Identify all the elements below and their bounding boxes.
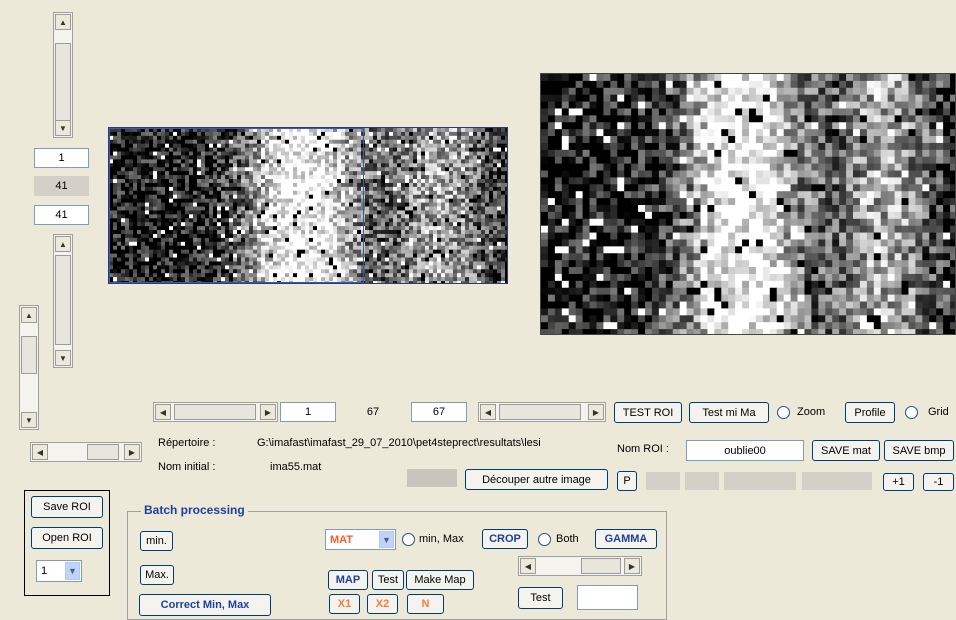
- plus-one-button[interactable]: +1: [883, 473, 914, 491]
- test-mima-button[interactable]: Test mi Ma: [689, 402, 769, 423]
- max-button[interactable]: Max.: [140, 565, 174, 585]
- correct-min-max-button[interactable]: Correct Min, Max: [139, 594, 271, 616]
- zoomed-roi-image: [540, 73, 956, 335]
- scroll-left-arrow-icon[interactable]: ◀: [480, 404, 496, 420]
- left-vertical-scrollbar[interactable]: ▲ ▼: [19, 305, 39, 430]
- scroll-down-arrow-icon[interactable]: ▼: [21, 412, 37, 428]
- source-image[interactable]: [108, 127, 508, 284]
- test2-button[interactable]: Test: [518, 587, 563, 609]
- scroll-thumb[interactable]: [55, 255, 71, 345]
- format-value: MAT: [330, 533, 354, 546]
- profile-button[interactable]: Profile: [845, 402, 895, 423]
- zoomed-roi-pixels: [541, 74, 955, 334]
- end-input[interactable]: 67: [411, 402, 467, 422]
- scroll-right-arrow-icon[interactable]: ▶: [588, 404, 604, 420]
- p-button[interactable]: P: [617, 471, 637, 491]
- roi-bottom-input[interactable]: 41: [34, 205, 89, 225]
- start-input[interactable]: 1: [280, 402, 336, 422]
- scroll-thumb[interactable]: [55, 43, 71, 123]
- scroll-left-arrow-icon[interactable]: ◀: [32, 444, 48, 460]
- both-label: Both: [556, 533, 579, 545]
- indicator-box: [407, 469, 457, 487]
- scroll-thumb[interactable]: [581, 558, 621, 574]
- end-horizontal-scrollbar[interactable]: ◀ ▶: [478, 402, 606, 422]
- zoom-label: Zoom: [797, 406, 826, 418]
- batch-horizontal-scrollbar[interactable]: ◀ ▶: [518, 556, 642, 576]
- open-roi-button[interactable]: Open ROI: [31, 527, 103, 549]
- roi-index-select[interactable]: 1 ▼: [36, 560, 82, 582]
- min-max-label: min, Max: [419, 533, 464, 545]
- chevron-down-icon[interactable]: ▼: [65, 562, 80, 580]
- minus-one-button[interactable]: -1: [923, 473, 954, 491]
- status-box-2: [685, 472, 719, 490]
- scroll-up-arrow-icon[interactable]: ▲: [55, 236, 71, 252]
- middle-vertical-scrollbar[interactable]: ▲ ▼: [53, 234, 73, 368]
- scroll-right-arrow-icon[interactable]: ▶: [624, 558, 640, 574]
- scroll-thumb[interactable]: [87, 444, 119, 460]
- status-box-3: [724, 472, 796, 490]
- make-map-button[interactable]: Make Map: [406, 570, 474, 590]
- save-mat-button[interactable]: SAVE mat: [812, 440, 880, 461]
- min-button[interactable]: min.: [140, 531, 173, 551]
- scroll-left-arrow-icon[interactable]: ◀: [155, 404, 171, 420]
- decouper-button[interactable]: Découper autre image: [465, 469, 608, 490]
- crop-button[interactable]: CROP: [482, 529, 528, 549]
- test-roi-button[interactable]: TEST ROI: [614, 402, 682, 423]
- roi-index-value: 1: [41, 565, 48, 577]
- gamma-button[interactable]: GAMMA: [595, 529, 657, 549]
- scroll-thumb[interactable]: [499, 404, 581, 420]
- start-horizontal-scrollbar[interactable]: ◀ ▶: [153, 402, 278, 422]
- scroll-thumb[interactable]: [174, 404, 256, 420]
- save-bmp-button[interactable]: SAVE bmp: [884, 440, 954, 461]
- roi-middle-value: 41: [34, 176, 89, 196]
- test-output-field[interactable]: [577, 585, 638, 610]
- grid-label: Grid: [928, 406, 949, 418]
- scroll-down-arrow-icon[interactable]: ▼: [55, 350, 71, 366]
- format-select[interactable]: MAT ▼: [325, 529, 396, 550]
- status-box-4: [802, 472, 872, 490]
- scroll-up-arrow-icon[interactable]: ▲: [21, 307, 37, 323]
- repertoire-value: G:\imafast\imafast_29_07_2010\pet4stepre…: [257, 437, 541, 449]
- roi-top-input[interactable]: 1: [34, 148, 89, 168]
- scroll-left-arrow-icon[interactable]: ◀: [520, 558, 536, 574]
- left-horizontal-scrollbar[interactable]: ◀ ▶: [30, 442, 142, 462]
- scroll-right-arrow-icon[interactable]: ▶: [260, 404, 276, 420]
- scroll-up-arrow-icon[interactable]: ▲: [55, 14, 71, 30]
- nom-roi-label: Nom ROI :: [617, 443, 669, 455]
- map-button[interactable]: MAP: [328, 570, 368, 590]
- chevron-down-icon[interactable]: ▼: [379, 531, 394, 548]
- nom-initial-label: Nom initial :: [158, 461, 216, 473]
- min-max-radio[interactable]: [402, 533, 415, 546]
- nom-roi-input[interactable]: oublie00: [686, 440, 804, 461]
- roi-selection-box[interactable]: [109, 128, 364, 283]
- n-button[interactable]: N: [407, 594, 444, 614]
- status-box-1: [646, 472, 680, 490]
- repertoire-label: Répertoire :: [158, 437, 216, 449]
- grid-radio[interactable]: [905, 406, 918, 419]
- span-value: 67: [345, 402, 401, 422]
- scroll-right-arrow-icon[interactable]: ▶: [124, 444, 140, 460]
- test-button[interactable]: Test: [372, 570, 404, 590]
- zoom-radio[interactable]: [777, 406, 790, 419]
- save-roi-button[interactable]: Save ROI: [31, 496, 103, 518]
- top-vertical-scrollbar[interactable]: ▲ ▼: [53, 12, 73, 138]
- scroll-thumb[interactable]: [21, 336, 37, 374]
- x1-button[interactable]: X1: [329, 594, 360, 614]
- batch-processing-title: Batch processing: [141, 503, 248, 517]
- scroll-down-arrow-icon[interactable]: ▼: [55, 120, 71, 136]
- x2-button[interactable]: X2: [367, 594, 398, 614]
- nom-initial-value: ima55.mat: [270, 461, 322, 473]
- both-radio[interactable]: [538, 533, 551, 546]
